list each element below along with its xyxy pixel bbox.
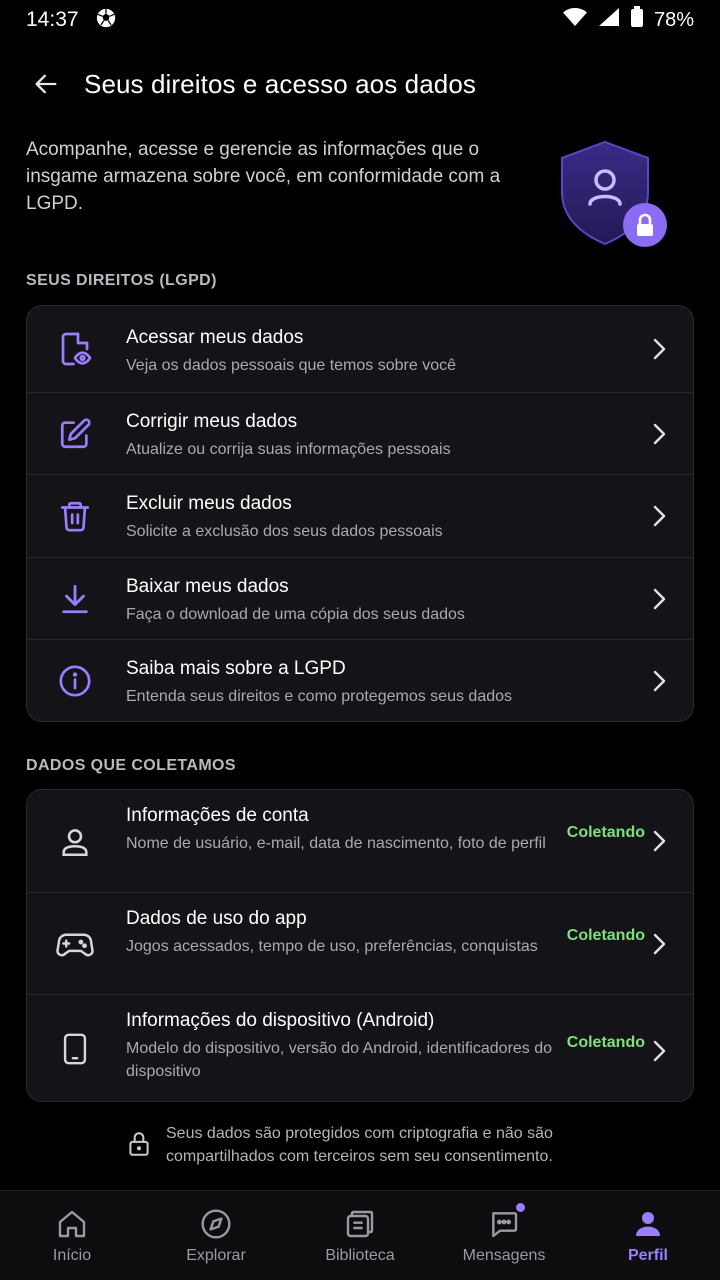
section-label-collected-data: DADOS QUE COLETAMOS xyxy=(26,757,236,774)
intro-text: Acompanhe, acesse e gerencie as informaç… xyxy=(26,139,501,214)
row-subtitle: Nome de usuário, e-mail, data de nascime… xyxy=(126,835,546,852)
edit-icon xyxy=(55,414,95,454)
chevron-right-icon xyxy=(647,504,671,528)
trash-icon xyxy=(55,496,95,536)
library-icon xyxy=(343,1207,377,1241)
nav-label: Mensagens xyxy=(462,1247,546,1264)
chevron-right-icon xyxy=(647,669,671,693)
row-subtitle: Veja os dados pessoais que temos sobre v… xyxy=(126,357,456,374)
bottom-nav: Início Explorar Biblioteca Mensagens Per… xyxy=(0,1190,720,1280)
nav-label: Biblioteca xyxy=(325,1247,395,1264)
status-badge: Coletando xyxy=(566,927,645,944)
row-title: Informações de conta xyxy=(126,805,309,826)
rights-item-download[interactable]: Baixar meus dados Faça o download de uma… xyxy=(27,558,693,640)
chevron-right-icon xyxy=(647,1039,671,1063)
unread-badge xyxy=(516,1203,525,1212)
signal-icon xyxy=(598,7,620,33)
rights-card: Acessar meus dados Veja os dados pessoai… xyxy=(26,305,694,722)
collected-data-card: Informações de conta Nome de usuário, e-… xyxy=(26,789,694,1102)
document-eye-icon xyxy=(55,329,95,369)
chevron-right-icon xyxy=(647,587,671,611)
rights-item-correct[interactable]: Corrigir meus dados Atualize ou corrija … xyxy=(27,393,693,475)
gamepad-icon xyxy=(55,925,95,965)
row-subtitle: Entenda seus direitos e como protegemos … xyxy=(126,688,513,705)
nav-item-home[interactable]: Início xyxy=(0,1191,144,1280)
back-button[interactable] xyxy=(28,66,64,102)
row-title: Excluir meus dados xyxy=(126,493,292,514)
row-subtitle: Faça o download de uma cópia dos seus da… xyxy=(126,606,465,623)
row-title: Baixar meus dados xyxy=(126,576,289,597)
chat-icon xyxy=(487,1203,525,1241)
privacy-note-text: Seus dados são protegidos com criptograf… xyxy=(166,1125,553,1165)
download-icon xyxy=(55,579,95,619)
battery-icon xyxy=(630,6,644,34)
shield-lock-illustration xyxy=(542,128,672,258)
tablet-icon xyxy=(55,1029,95,1069)
user-icon xyxy=(55,822,95,862)
row-title: Saiba mais sobre a LGPD xyxy=(126,658,346,679)
chevron-right-icon xyxy=(647,337,671,361)
data-item-device[interactable]: Informações do dispositivo (Android) Mod… xyxy=(27,995,693,1101)
nav-label: Perfil xyxy=(627,1247,668,1264)
rights-item-delete[interactable]: Excluir meus dados Solicite a exclusão d… xyxy=(27,475,693,558)
nav-item-messages[interactable]: Mensagens xyxy=(432,1191,576,1280)
rights-item-learn-lgpd[interactable]: Saiba mais sobre a LGPD Entenda seus dir… xyxy=(27,640,693,721)
nav-label: Explorar xyxy=(186,1247,246,1264)
status-badge: Coletando xyxy=(566,824,645,841)
row-title: Informações do dispositivo (Android) xyxy=(126,1010,435,1031)
data-item-app-usage[interactable]: Dados de uso do app Jogos acessados, tem… xyxy=(27,893,693,995)
app-bar: Seus direitos e acesso aos dados xyxy=(0,52,720,116)
row-subtitle: Atualize ou corrija suas informações pes… xyxy=(126,441,451,458)
battery-percent: 78% xyxy=(653,8,694,31)
row-subtitle: Jogos acessados, tempo de uso, preferênc… xyxy=(126,938,538,955)
lock-icon xyxy=(126,1130,152,1163)
wifi-icon xyxy=(562,7,588,33)
status-badge: Coletando xyxy=(566,1034,645,1051)
nav-item-library[interactable]: Biblioteca xyxy=(288,1191,432,1280)
row-subtitle: Modelo do dispositivo, versão do Android… xyxy=(126,1040,553,1080)
arrow-left-icon xyxy=(35,74,57,94)
row-title: Dados de uso do app xyxy=(126,908,307,929)
soccer-ball-icon xyxy=(95,7,117,34)
status-time: 14:37 xyxy=(26,8,79,31)
info-icon xyxy=(55,661,95,701)
nav-item-profile[interactable]: Perfil xyxy=(576,1191,720,1280)
row-title: Acessar meus dados xyxy=(126,327,304,348)
compass-icon xyxy=(199,1207,233,1241)
nav-label: Início xyxy=(52,1247,92,1264)
nav-item-explore[interactable]: Explorar xyxy=(144,1191,288,1280)
profile-icon xyxy=(631,1207,665,1241)
status-bar: 14:37 78% xyxy=(0,0,720,40)
rights-item-access[interactable]: Acessar meus dados Veja os dados pessoai… xyxy=(27,306,693,393)
data-item-account[interactable]: Informações de conta Nome de usuário, e-… xyxy=(27,790,693,893)
row-title: Corrigir meus dados xyxy=(126,411,298,432)
page-title: Seus direitos e acesso aos dados xyxy=(84,68,476,99)
section-label-rights: SEUS DIREITOS (LGPD) xyxy=(26,272,217,289)
chevron-right-icon xyxy=(647,932,671,956)
chevron-right-icon xyxy=(647,829,671,853)
home-icon xyxy=(55,1207,89,1241)
chevron-right-icon xyxy=(647,422,671,446)
row-subtitle: Solicite a exclusão dos seus dados pesso… xyxy=(126,523,443,540)
